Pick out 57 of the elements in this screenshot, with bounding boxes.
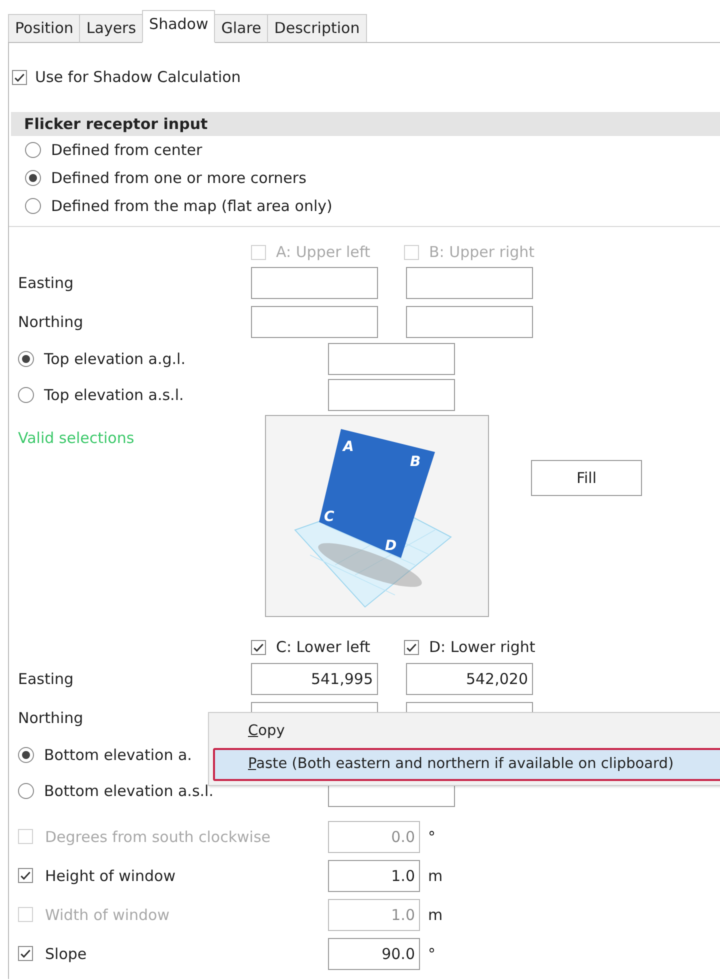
checkbox[interactable] [18, 946, 33, 961]
radio-label: Bottom elevation a.s.l. [44, 782, 214, 800]
radio-button[interactable] [18, 783, 34, 799]
fill-button[interactable]: Fill [531, 460, 642, 496]
unit-label: m [428, 906, 443, 924]
menu-item[interactable]: Copy [213, 715, 720, 748]
checkbox-label: Slope [45, 944, 87, 962]
tab[interactable]: Description [267, 14, 367, 43]
menu-item[interactable]: Paste (Both eastern and northern if available on clipboard) [213, 748, 720, 781]
status-text: Valid selections [17, 429, 136, 447]
checkbox-label: Width of window [45, 906, 170, 924]
field-label: Easting [17, 274, 75, 292]
input-field[interactable]: 90.0 [328, 938, 420, 970]
radio-button[interactable] [18, 747, 34, 763]
radio-button[interactable] [18, 351, 34, 367]
input-field[interactable]: 541,995 [251, 662, 378, 694]
radio-button[interactable] [25, 142, 41, 158]
field-label: Northing [17, 708, 84, 726]
input-field[interactable] [251, 306, 378, 338]
field-label: Easting [17, 670, 75, 688]
checkbox-label: B: Upper right [429, 243, 535, 261]
unit-label: ° [428, 944, 436, 962]
checkbox-label: A: Upper left [276, 243, 370, 261]
field-label: Northing [17, 312, 84, 330]
radio-label: Top elevation a.s.l. [44, 386, 184, 404]
tab[interactable]: Layers [79, 14, 144, 43]
tab[interactable]: Shadow [142, 10, 216, 43]
radio-label: Top elevation a.g.l. [44, 350, 186, 368]
checkbox[interactable] [18, 868, 33, 883]
tilted-window-drawing: A B C D [265, 415, 489, 617]
checkbox-label: D: Lower right [429, 638, 536, 656]
input-field[interactable] [328, 343, 455, 375]
checkbox[interactable] [404, 640, 419, 654]
checkbox[interactable] [251, 640, 266, 654]
radio-button[interactable] [25, 170, 41, 186]
tab[interactable]: Position [8, 14, 80, 43]
tab[interactable]: Glare [214, 14, 268, 43]
radio-label: Defined from the map (flat area only) [51, 197, 332, 215]
group-header: Flicker receptor input [11, 112, 720, 136]
radio-button[interactable] [25, 198, 41, 214]
input-field[interactable] [328, 379, 455, 411]
radio-label: Defined from center [51, 141, 202, 159]
radio-button[interactable] [18, 387, 34, 403]
radio-label: Defined from one or more corners [51, 169, 306, 187]
input-field[interactable] [406, 306, 533, 338]
unit-label: ° [428, 828, 436, 846]
input-field[interactable]: 1.0 [328, 860, 420, 892]
checkbox-label: Use for Shadow Calculation [35, 68, 241, 86]
input-field[interactable]: 542,020 [406, 662, 533, 694]
radio-label: Bottom elevation a. [44, 746, 192, 764]
input-field[interactable] [406, 266, 533, 298]
checkbox-label: C: Lower left [276, 638, 370, 656]
checkbox-label: Degrees from south clockwise [45, 828, 271, 846]
input-field[interactable] [251, 266, 378, 298]
checkbox-label: Height of window [45, 866, 176, 884]
checkbox[interactable] [12, 70, 27, 84]
unit-label: m [428, 866, 443, 884]
